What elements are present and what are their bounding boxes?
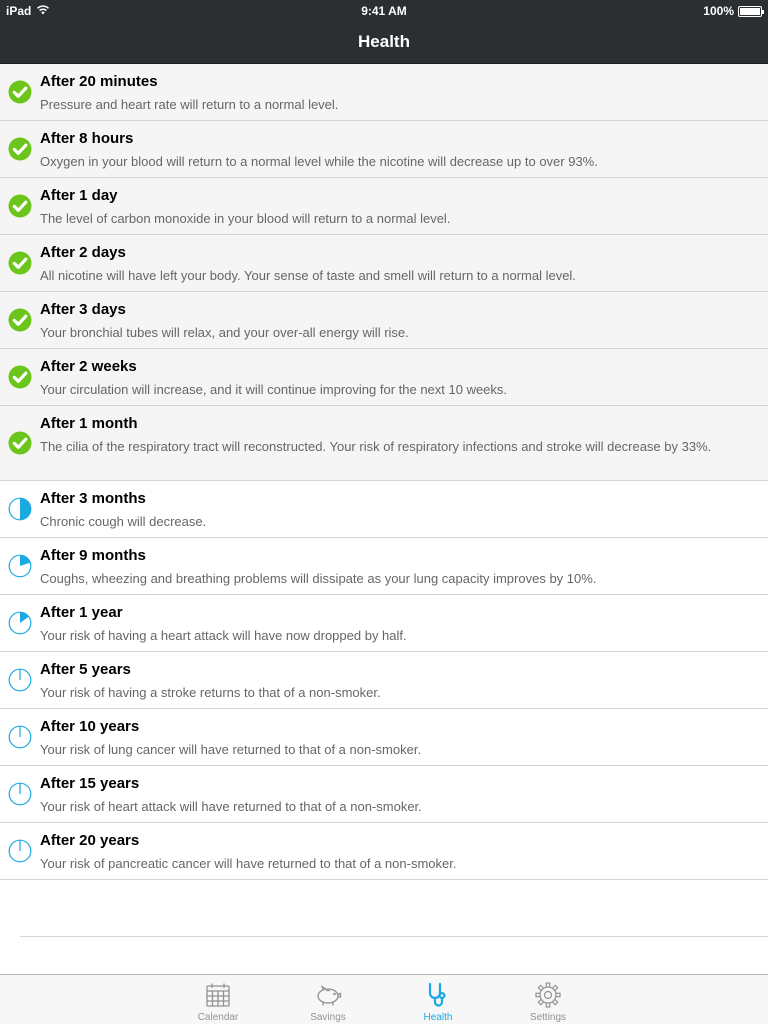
milestone-description: Your risk of pancreatic cancer will have… xyxy=(40,856,457,871)
milestone-title: After 5 years xyxy=(40,661,131,678)
progress-pie-icon xyxy=(8,497,32,521)
milestone-row[interactable]: After 8 hours Oxygen in your blood will r… xyxy=(0,121,768,178)
milestone-title: After 20 minutes xyxy=(40,73,158,90)
milestone-title: After 8 hours xyxy=(40,130,134,147)
checkmark-icon xyxy=(8,431,32,455)
tab-label: Settings xyxy=(529,1012,567,1023)
milestone-description: Your risk of heart attack will have retu… xyxy=(40,799,422,814)
milestone-row[interactable]: After 15 years Your risk of heart attack … xyxy=(0,766,768,823)
checkmark-icon xyxy=(8,365,32,389)
checkmark-icon xyxy=(8,137,32,161)
milestone-title: After 3 months xyxy=(40,490,146,507)
list-end-divider xyxy=(20,936,768,937)
milestone-row[interactable]: After 2 days All nicotine will have left … xyxy=(0,235,768,292)
milestone-row[interactable]: After 5 years Your risk of having a strok… xyxy=(0,652,768,709)
milestone-title: After 10 years xyxy=(40,718,140,735)
milestone-title: After 1 month xyxy=(40,415,138,432)
milestone-description: Your risk of having a heart attack will … xyxy=(40,628,407,643)
milestone-description: Chronic cough will decrease. xyxy=(40,514,207,529)
status-bar: iPad 9:41 AM 100% xyxy=(0,0,768,20)
milestone-title: After 1 year xyxy=(40,604,123,621)
status-time: 9:41 AM xyxy=(361,4,407,18)
page-title: Health xyxy=(358,32,410,51)
milestone-row[interactable]: After 3 months Chronic cough will decreas… xyxy=(0,481,768,538)
milestone-description: The cilia of the respiratory tract will … xyxy=(40,439,712,454)
milestone-row[interactable]: After 3 days Your bronchial tubes will re… xyxy=(0,292,768,349)
milestone-description: Your risk of having a stroke returns to … xyxy=(40,685,381,700)
checkmark-icon xyxy=(8,308,32,332)
tab-health[interactable]: Health xyxy=(383,975,493,1024)
progress-pie-icon xyxy=(8,782,32,806)
milestone-title: After 2 weeks xyxy=(40,358,137,375)
milestone-description: Coughs, wheezing and breathing problems … xyxy=(40,571,597,586)
milestone-description: The level of carbon monoxide in your blo… xyxy=(40,211,451,226)
milestone-row[interactable]: After 20 minutes Pressure and heart rate … xyxy=(0,64,768,121)
status-right: 100% xyxy=(703,4,764,18)
battery-icon xyxy=(738,5,764,17)
app-screen: iPad 9:41 AM 100% Health After 20 minute… xyxy=(0,0,768,1024)
progress-pie-icon xyxy=(8,725,32,749)
milestone-list: After 20 minutes Pressure and heart rate … xyxy=(0,64,768,880)
milestone-row[interactable]: After 10 years Your risk of lung cancer w… xyxy=(0,709,768,766)
tab-bar: Calendar Savings Health Settings xyxy=(0,974,768,1024)
navigation-bar: Health xyxy=(0,20,768,64)
tab-label: Calendar xyxy=(197,1012,239,1023)
milestone-description: Oxygen in your blood will return to a no… xyxy=(40,154,598,169)
milestone-description: Your risk of lung cancer will have retur… xyxy=(40,742,422,757)
milestone-description: Pressure and heart rate will return to a… xyxy=(40,97,339,112)
milestone-title: After 9 months xyxy=(40,547,146,564)
milestone-title: After 3 days xyxy=(40,301,126,318)
milestone-description: All nicotine will have left your body. Y… xyxy=(40,268,576,283)
milestone-row[interactable]: After 1 day The level of carbon monoxide … xyxy=(0,178,768,235)
tab-label: Health xyxy=(423,1012,453,1023)
progress-pie-icon xyxy=(8,668,32,692)
milestone-description: Your bronchial tubes will relax, and you… xyxy=(40,325,409,340)
checkmark-icon xyxy=(8,80,32,104)
tab-label: Savings xyxy=(310,1012,346,1023)
progress-pie-icon xyxy=(8,839,32,863)
milestone-title: After 1 day xyxy=(40,187,118,204)
tab-calendar[interactable]: Calendar xyxy=(163,975,273,1024)
checkmark-icon xyxy=(8,251,32,275)
checkmark-icon xyxy=(8,194,32,218)
milestone-row[interactable]: After 1 month The cilia of the respirator… xyxy=(0,406,768,481)
tab-savings[interactable]: Savings xyxy=(273,975,383,1024)
milestone-title: After 20 years xyxy=(40,832,140,849)
milestone-title: After 2 days xyxy=(40,244,126,261)
milestone-title: After 15 years xyxy=(40,775,140,792)
tab-settings[interactable]: Settings xyxy=(493,975,603,1024)
milestone-row[interactable]: After 1 year Your risk of having a heart … xyxy=(0,595,768,652)
milestone-description: Your circulation will increase, and it w… xyxy=(40,382,508,397)
progress-pie-icon xyxy=(8,554,32,578)
milestone-row[interactable]: After 2 weeks Your circulation will incre… xyxy=(0,349,768,406)
progress-pie-icon xyxy=(8,611,32,635)
milestone-row[interactable]: After 9 months Coughs, wheezing and breat… xyxy=(0,538,768,595)
milestone-row[interactable]: After 20 years Your risk of pancreatic ca… xyxy=(0,823,768,880)
battery-percent: 100% xyxy=(703,4,734,18)
